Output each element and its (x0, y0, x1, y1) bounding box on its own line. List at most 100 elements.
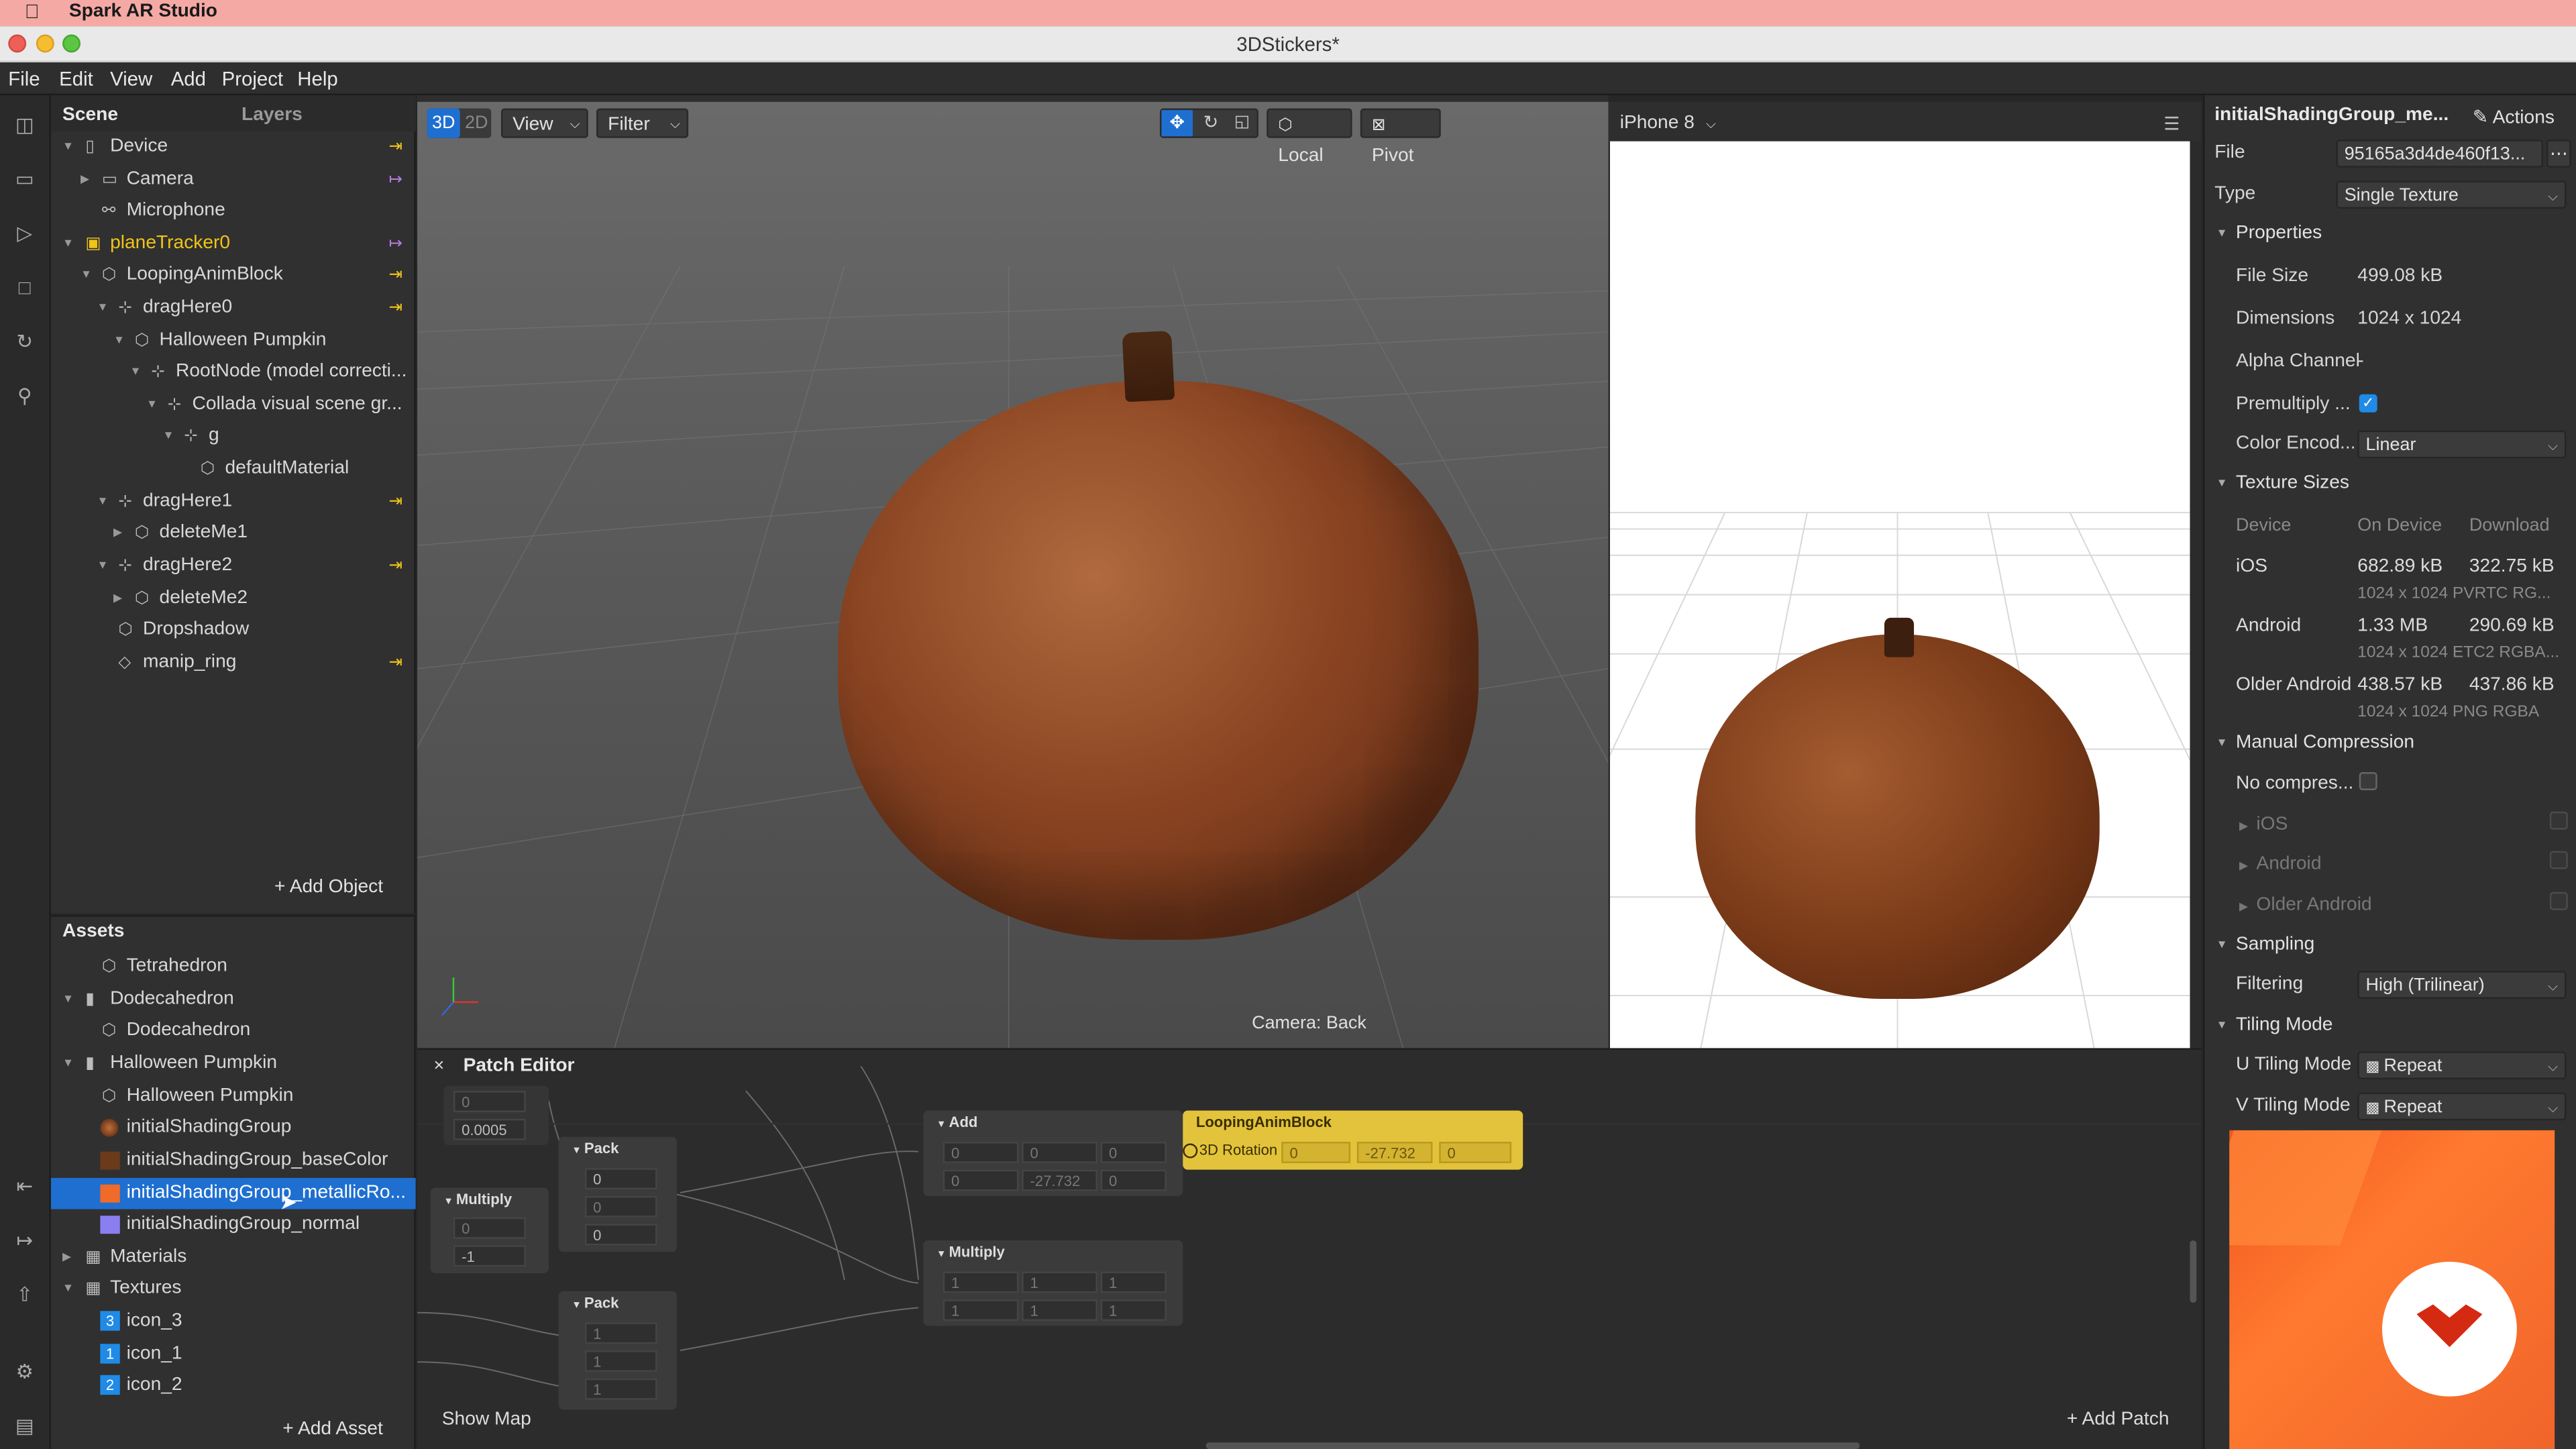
vertical-scrollbar[interactable] (2190, 1240, 2197, 1303)
mc-android-row[interactable]: ▶ Android (2239, 854, 2322, 873)
node-field[interactable]: 1 (1100, 1299, 1167, 1321)
asset-icon-1[interactable]: 1 icon_1 (51, 1339, 416, 1371)
menu-help[interactable]: Help (297, 67, 337, 90)
link-icon[interactable]: ⇥ (388, 131, 402, 163)
hamburger-menu-icon[interactable]: ☰ (2163, 113, 2180, 134)
close-window-button[interactable] (8, 34, 27, 53)
app-name[interactable]: Spark AR Studio (69, 1, 217, 21)
node-field[interactable]: 0 (584, 1195, 657, 1218)
minimize-window-button[interactable] (36, 34, 54, 53)
node-field[interactable]: 0 (1439, 1142, 1512, 1163)
file-field[interactable]: 95165a3d4de460f13... (2336, 140, 2544, 168)
scene-item-loopinganimblock[interactable]: ▼ ⬡ LoopingAnimBlock ⇥ (51, 260, 416, 291)
node-field[interactable]: 1 (1022, 1271, 1097, 1293)
asset-metallicroughness[interactable]: initialShadingGroup_metallicRo... (50, 1177, 416, 1210)
asset-textures-folder[interactable]: ▼ ▦ Textures (51, 1273, 416, 1305)
input-port-icon[interactable] (1183, 1143, 1198, 1159)
mode-2d-button[interactable]: 2D (462, 109, 491, 138)
sampling-section[interactable]: ▼ Sampling (2216, 934, 2315, 954)
scene-item-dropshadow[interactable]: ⬡ Dropshadow (51, 614, 416, 646)
node-field[interactable]: 0 (1022, 1142, 1097, 1163)
node-field[interactable]: 1 (584, 1350, 657, 1372)
link-icon[interactable]: ↦ (388, 164, 402, 196)
horizontal-scrollbar[interactable] (1205, 1442, 1860, 1449)
node-field[interactable]: -27.732 (1356, 1142, 1433, 1163)
scene-item-g[interactable]: ▼ ⊹ g (51, 421, 416, 452)
patch-editor[interactable]: × Patch Editor 0 0.0005 ▼ Multiply 0 -1 … (417, 1048, 2202, 1449)
mc-android-checkbox[interactable] (2549, 851, 2568, 869)
type-dropdown[interactable]: Single Texture ⌵ (2336, 180, 2567, 209)
mc-ios-checkbox[interactable] (2549, 811, 2568, 830)
scene-item-manip-ring[interactable]: ◇ manip_ring ⇥ (51, 647, 416, 679)
close-patch-editor-icon[interactable]: × (434, 1057, 445, 1076)
scene-item-halloween-pumpkin[interactable]: ▼ ⬡ Halloween Pumpkin (51, 325, 416, 357)
menu-edit[interactable]: Edit (59, 67, 93, 90)
import-icon[interactable]: ⇤ (11, 1175, 38, 1197)
asset-dodecahedron-folder[interactable]: ▼ ▮ Dodecahedron (51, 984, 416, 1016)
scene-item-deleteme2[interactable]: ▶ ⬡ deleteMe2 (51, 583, 416, 614)
mc-ios-row[interactable]: ▶ iOS (2239, 815, 2288, 835)
zoom-window-button[interactable] (62, 34, 81, 53)
rotate-device-icon[interactable]: ↻ (11, 330, 38, 353)
link-icon[interactable]: ⇥ (388, 550, 402, 582)
patch-node-add[interactable]: ▼ Add 0 0 0 0 -27.732 0 (923, 1110, 1183, 1196)
apple-icon[interactable]:  (25, 0, 40, 23)
patch-node-pack-1[interactable]: ▼ Pack 0 0 0 (558, 1136, 677, 1252)
asset-icon-3[interactable]: 3 icon_3 (51, 1306, 416, 1338)
node-field[interactable]: 1 (943, 1271, 1019, 1293)
pumpkin-model[interactable] (837, 381, 1479, 940)
add-patch-button[interactable]: + Add Patch (2067, 1409, 2169, 1429)
scene-item-camera[interactable]: ▶ ▭ Camera ↦ (51, 164, 416, 196)
local-toggle[interactable]: ⬡ Local (1267, 108, 1352, 166)
asset-basecolor[interactable]: initialShadingGroup_baseColor (51, 1145, 416, 1177)
view-dropdown[interactable]: View ⌵ (500, 108, 588, 138)
node-field[interactable]: 1 (1100, 1271, 1167, 1293)
asset-materials-folder[interactable]: ▶ ▦ Materials (51, 1242, 416, 1273)
scene-item-defaultmaterial[interactable]: ⬡ defaultMaterial (51, 453, 416, 485)
node-field[interactable]: 1 (1022, 1299, 1097, 1321)
device-dropdown[interactable]: iPhone 8 ⌵ (1620, 113, 1716, 133)
node-field[interactable]: 1 (584, 1322, 657, 1344)
patch-node-pack-2[interactable]: ▼ Pack 1 1 1 (558, 1291, 677, 1410)
node-field[interactable]: -27.732 (1022, 1169, 1097, 1191)
scene-item-microphone[interactable]: ⚯ Microphone (51, 195, 416, 227)
link-icon[interactable]: ⇥ (388, 260, 402, 291)
video-icon[interactable]: ▭ (11, 168, 38, 191)
node-field[interactable]: 1 (943, 1299, 1019, 1321)
tab-scene[interactable]: Scene (62, 105, 118, 125)
menu-file[interactable]: File (8, 67, 40, 90)
asset-normal[interactable]: initialShadingGroup_normal (51, 1209, 416, 1240)
scale-tool-icon[interactable]: ◱ (1227, 110, 1256, 136)
move-tool-icon[interactable]: ✥ (1161, 110, 1193, 137)
actions-button[interactable]: ✎ Actions (2473, 105, 2555, 128)
scene-item-deleteme1[interactable]: ▶ ⬡ deleteMe1 (51, 517, 416, 549)
menu-project[interactable]: Project (222, 67, 283, 90)
node-field[interactable]: 0 (453, 1091, 526, 1112)
file-more-button[interactable]: ⋯ (2546, 140, 2571, 168)
asset-dodecahedron[interactable]: ⬡ Dodecahedron (51, 1015, 416, 1046)
play-icon[interactable]: ▷ (11, 222, 38, 245)
patch-node-multiply-2[interactable]: ▼ Multiply 1 1 1 1 1 1 (923, 1240, 1183, 1326)
patch-node-value[interactable]: 0 0.0005 (443, 1085, 549, 1145)
link-icon[interactable]: ⇥ (388, 647, 402, 679)
link-icon[interactable]: ⇥ (388, 486, 402, 518)
node-field[interactable]: 0 (584, 1224, 657, 1246)
search-icon[interactable]: ⚲ (11, 384, 38, 407)
simulator-screen[interactable] (1610, 141, 2190, 1175)
scene-item-device[interactable]: ▼ ▯ Device ⇥ (51, 131, 416, 163)
scene-item-collada[interactable]: ▼ ⊹ Collada visual scene gr... (51, 389, 416, 421)
scene-layout-icon[interactable]: ◫ (11, 113, 38, 136)
show-map-button[interactable]: Show Map (442, 1409, 531, 1429)
manual-compression-section[interactable]: ▼ Manual Compression (2216, 733, 2414, 752)
patch-node-multiply-1[interactable]: ▼ Multiply 0 -1 (430, 1187, 549, 1273)
no-compress-checkbox[interactable] (2359, 772, 2377, 790)
node-field[interactable]: 0 (584, 1168, 657, 1190)
scene-item-draghere1[interactable]: ▼ ⊹ dragHere1 ⇥ (51, 486, 416, 518)
filter-dropdown[interactable]: Filter ⌵ (596, 108, 689, 138)
mc-older-android-row[interactable]: ▶ Older Android (2239, 896, 2372, 915)
color-encoding-dropdown[interactable]: Linear ⌵ (2357, 430, 2567, 459)
asset-icon-2[interactable]: 2 icon_2 (51, 1370, 416, 1401)
send-to-device-icon[interactable]: ↦ (11, 1229, 38, 1252)
node-field[interactable]: 0 (453, 1217, 526, 1239)
add-asset-button[interactable]: + Add Asset (282, 1419, 383, 1439)
